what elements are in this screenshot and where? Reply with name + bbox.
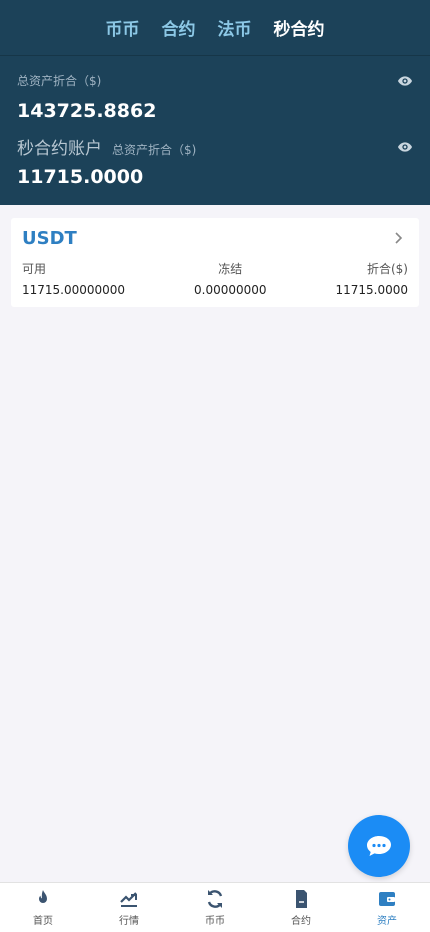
- total-assets-value: 143725.8862: [17, 100, 157, 122]
- document-icon: [296, 889, 307, 908]
- nav-assets[interactable]: 资产: [344, 883, 430, 932]
- tab-spot[interactable]: 币币: [106, 15, 140, 40]
- available-value: 11715.00000000: [22, 283, 126, 297]
- chat-button[interactable]: [348, 815, 410, 877]
- nav-label: 行情: [119, 915, 139, 927]
- tab-contract[interactable]: 合约: [162, 15, 196, 40]
- nav-label: 首页: [33, 915, 53, 927]
- bottom-nav: 首页 行情 币币 合约 资产: [0, 882, 430, 932]
- usdt-asset-card[interactable]: USDT 可用 11715.00000000 冻结 0.00000000 折合(…: [11, 218, 419, 307]
- chart-icon: [120, 891, 137, 907]
- account-sub-label: 总资产折合（$): [112, 143, 197, 157]
- total-assets-label: 总资产折合（$): [17, 74, 102, 88]
- chat-bubble-icon: [367, 836, 391, 856]
- fire-icon: [39, 889, 47, 903]
- frozen-value: 0.00000000: [194, 283, 267, 297]
- asset-currency: USDT: [22, 228, 77, 249]
- account-assets-value: 11715.0000: [17, 166, 144, 188]
- eye-icon[interactable]: [397, 139, 413, 155]
- nav-market[interactable]: 行情: [86, 883, 172, 932]
- eye-icon[interactable]: [397, 73, 413, 89]
- frozen-column: 冻结 0.00000000: [194, 260, 267, 297]
- converted-value: 11715.0000: [335, 283, 408, 297]
- converted-column: 折合($) 11715.0000: [335, 260, 408, 297]
- nav-label: 资产: [377, 915, 397, 927]
- chevron-right-icon: [395, 232, 403, 244]
- tab-second-contract[interactable]: 秒合约: [274, 15, 325, 40]
- available-column: 可用 11715.00000000: [22, 260, 125, 297]
- nav-home[interactable]: 首页: [0, 883, 86, 932]
- nav-contract[interactable]: 合约: [258, 883, 344, 932]
- wallet-icon: [379, 891, 395, 906]
- frozen-label: 冻结: [218, 262, 243, 276]
- account-label: 秒合约账户: [17, 139, 102, 159]
- assets-header: 币币 合约 法币 秒合约 总资产折合（$) 143725.8862 秒合约账户 …: [0, 0, 430, 205]
- nav-label: 合约: [291, 915, 311, 927]
- available-label: 可用: [22, 262, 47, 276]
- asset-type-tabs: 币币 合约 法币 秒合约: [0, 0, 430, 56]
- converted-label: 折合($): [366, 262, 408, 276]
- exchange-icon: [207, 889, 223, 908]
- nav-label: 币币: [205, 915, 225, 927]
- tab-fiat[interactable]: 法币: [218, 15, 252, 40]
- nav-spot[interactable]: 币币: [172, 883, 258, 932]
